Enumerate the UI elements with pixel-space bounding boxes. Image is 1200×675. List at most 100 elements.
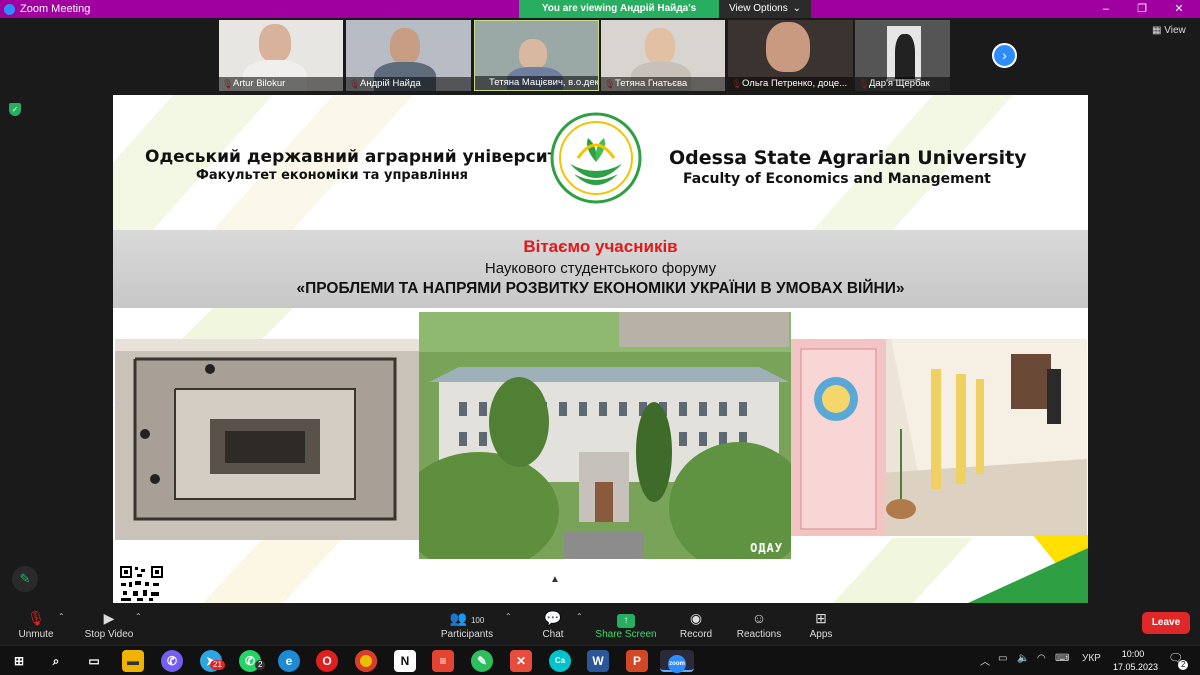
smiley-plus-icon: ☺ <box>751 610 767 626</box>
chrome-browser-icon[interactable] <box>355 650 377 672</box>
faculty-title-uk: Факультет економіки та управління <box>196 168 469 183</box>
welcome-band: Вітаємо учасників Наукового студентськог… <box>113 230 1088 308</box>
clock-time: 10:00 <box>1121 649 1145 659</box>
windows-start-icon[interactable]: ⊞ <box>8 650 30 672</box>
mouse-cursor-icon: ▲ <box>550 574 560 585</box>
file-explorer-icon[interactable]: ▬ <box>122 650 144 672</box>
telegram-badge: 21 <box>210 660 225 670</box>
whatsapp-badge: 2 <box>255 660 266 670</box>
share-screen-label: Share Screen <box>595 629 657 640</box>
reactions-button[interactable]: ☺ Reactions <box>734 604 784 644</box>
keyboard-icon[interactable]: ⌨ <box>1055 653 1069 664</box>
chat-bubble-icon: 💬 <box>544 610 562 626</box>
task-view-icon[interactable]: ▭ <box>83 650 105 672</box>
decorative-green-triangle <box>968 548 1088 603</box>
university-title-en: Odessa State Agrarian University <box>669 147 1027 169</box>
close-button[interactable]: ✕ <box>1162 0 1196 18</box>
todoist-icon[interactable]: ≡ <box>432 650 454 672</box>
view-options-label: View Options <box>729 3 788 14</box>
reactions-label: Reactions <box>736 629 782 640</box>
grid-icon: ▦ <box>1152 25 1162 36</box>
volume-icon[interactable]: 🔈 <box>1017 653 1029 664</box>
video-camera-icon: ▶ <box>103 610 115 626</box>
participants-button[interactable]: 👥 100 Participants <box>436 604 498 644</box>
zoom-taskbar-icon[interactable]: zoom <box>660 650 694 673</box>
chat-button[interactable]: 💬 Chat <box>535 604 571 644</box>
staircase-illustration <box>115 339 420 540</box>
participants-count: 100 <box>470 616 485 625</box>
security-shield-icon[interactable]: ✓ <box>9 103 21 116</box>
video-options-caret-icon[interactable]: ⌃ <box>135 612 142 621</box>
chat-options-caret-icon[interactable]: ⌃ <box>576 612 583 621</box>
participant-name: Тетяна Мацієвич, в.о.дек... <box>475 76 598 90</box>
university-building-photo: ОДАУ <box>419 312 791 559</box>
word-icon[interactable]: W <box>587 650 609 672</box>
participant-tile[interactable]: 🎙 Тетяна Гнатьєва <box>601 20 725 91</box>
unmute-label: Unmute <box>18 629 54 640</box>
viber-icon[interactable]: ✆ <box>161 650 183 672</box>
participant-name: Artur Bilokur <box>219 77 343 91</box>
input-language[interactable]: УКР <box>1082 653 1101 664</box>
forum-title: «ПРОБЛЕМИ ТА НАПРЯМИ РОЗВИТКУ ЕКОНОМІКИ … <box>296 280 905 297</box>
meeting-controls: 🎙 Unmute ⌃ ▶ Stop Video ⌃ 👥 100 Particip… <box>0 604 1200 644</box>
network-icon[interactable]: ◠ <box>1037 653 1046 664</box>
leave-button[interactable]: Leave <box>1142 612 1190 634</box>
apps-label: Apps <box>809 629 833 640</box>
view-button[interactable]: ▦ View <box>1152 25 1186 36</box>
participant-face <box>519 39 547 69</box>
participant-body <box>895 34 915 79</box>
notion-icon[interactable]: N <box>394 650 416 672</box>
minimize-button[interactable]: – <box>1089 0 1123 18</box>
battery-icon[interactable]: ▭ <box>998 653 1007 664</box>
stop-video-button[interactable]: ▶ Stop Video <box>80 604 138 644</box>
muted-microphone-icon: 🎙 <box>27 610 45 626</box>
participant-tile[interactable]: Тетяна Мацієвич, в.о.дек... <box>474 20 599 91</box>
participant-tile[interactable]: 🎙 Андрій Найда <box>346 20 471 91</box>
view-options-button[interactable]: View Options ⌄ <box>719 0 811 18</box>
title-bar: Zoom Meeting You are viewing Андрій Найд… <box>0 0 1200 32</box>
participants-icon: 👥 100 <box>449 610 485 626</box>
university-logo <box>550 112 642 204</box>
edge-browser-icon[interactable]: e <box>278 650 300 672</box>
corridor-illustration <box>791 339 1087 536</box>
canva-icon[interactable]: Ca <box>549 650 571 672</box>
shared-screen-slide: Одеський державний аграрний університет … <box>113 95 1088 603</box>
participants-options-caret-icon[interactable]: ⌃ <box>505 612 512 621</box>
participant-name: Дар'я Щербак <box>855 77 950 91</box>
share-screen-button[interactable]: ↑ Share Screen <box>594 604 658 644</box>
show-hidden-icons-icon[interactable]: ︿ <box>980 653 990 668</box>
chevron-down-icon: ⌄ <box>792 3 801 14</box>
participant-name: Тетяна Гнатьєва <box>601 77 725 91</box>
welcome-heading: Вітаємо учасників <box>523 237 678 256</box>
apps-icon: ⊞ <box>815 610 827 626</box>
opera-browser-icon[interactable]: O <box>316 650 338 672</box>
next-page-arrow-icon[interactable]: › <box>992 43 1017 68</box>
xmind-icon[interactable]: ✕ <box>510 650 532 672</box>
viewing-screen-label: You are viewing Андрій Найда's screen <box>519 0 719 32</box>
participant-tile[interactable]: 🎙 Дар'я Щербак <box>855 20 950 91</box>
participant-tile[interactable]: 🎙 Ольга Петренко, доце... <box>728 20 853 91</box>
participant-face <box>766 22 810 72</box>
screen-share-banner: You are viewing Андрій Найда's screen Vi… <box>519 0 811 32</box>
participant-name: Ольга Петренко, доце... <box>728 77 853 91</box>
search-icon[interactable]: ⌕ <box>45 650 67 672</box>
record-button[interactable]: ◉ Record <box>676 604 716 644</box>
restore-button[interactable]: ❐ <box>1125 0 1159 18</box>
photo-watermark: ОДАУ <box>750 541 783 555</box>
evernote-icon[interactable]: ✎ <box>471 650 493 672</box>
audio-options-caret-icon[interactable]: ⌃ <box>58 612 65 621</box>
participant-tile[interactable]: 🎙 Artur Bilokur <box>219 20 343 91</box>
chat-label: Chat <box>542 629 564 640</box>
faculty-title-en: Faculty of Economics and Management <box>683 171 991 187</box>
staircase-photo <box>115 339 420 540</box>
stop-video-label: Stop Video <box>84 629 134 640</box>
powerpoint-icon[interactable]: P <box>626 650 648 672</box>
window-title: Zoom Meeting <box>20 3 91 15</box>
system-clock[interactable]: 10:00 17.05.2023 <box>1113 648 1158 674</box>
annotate-pen-icon[interactable]: ✎ <box>12 566 38 592</box>
corridor-photo <box>791 339 1087 536</box>
unmute-button[interactable]: 🎙 Unmute <box>12 604 60 644</box>
apps-button[interactable]: ⊞ Apps <box>804 604 838 644</box>
forum-subtitle: Наукового студентського форуму <box>484 260 717 277</box>
participants-label: Participants <box>440 629 494 640</box>
